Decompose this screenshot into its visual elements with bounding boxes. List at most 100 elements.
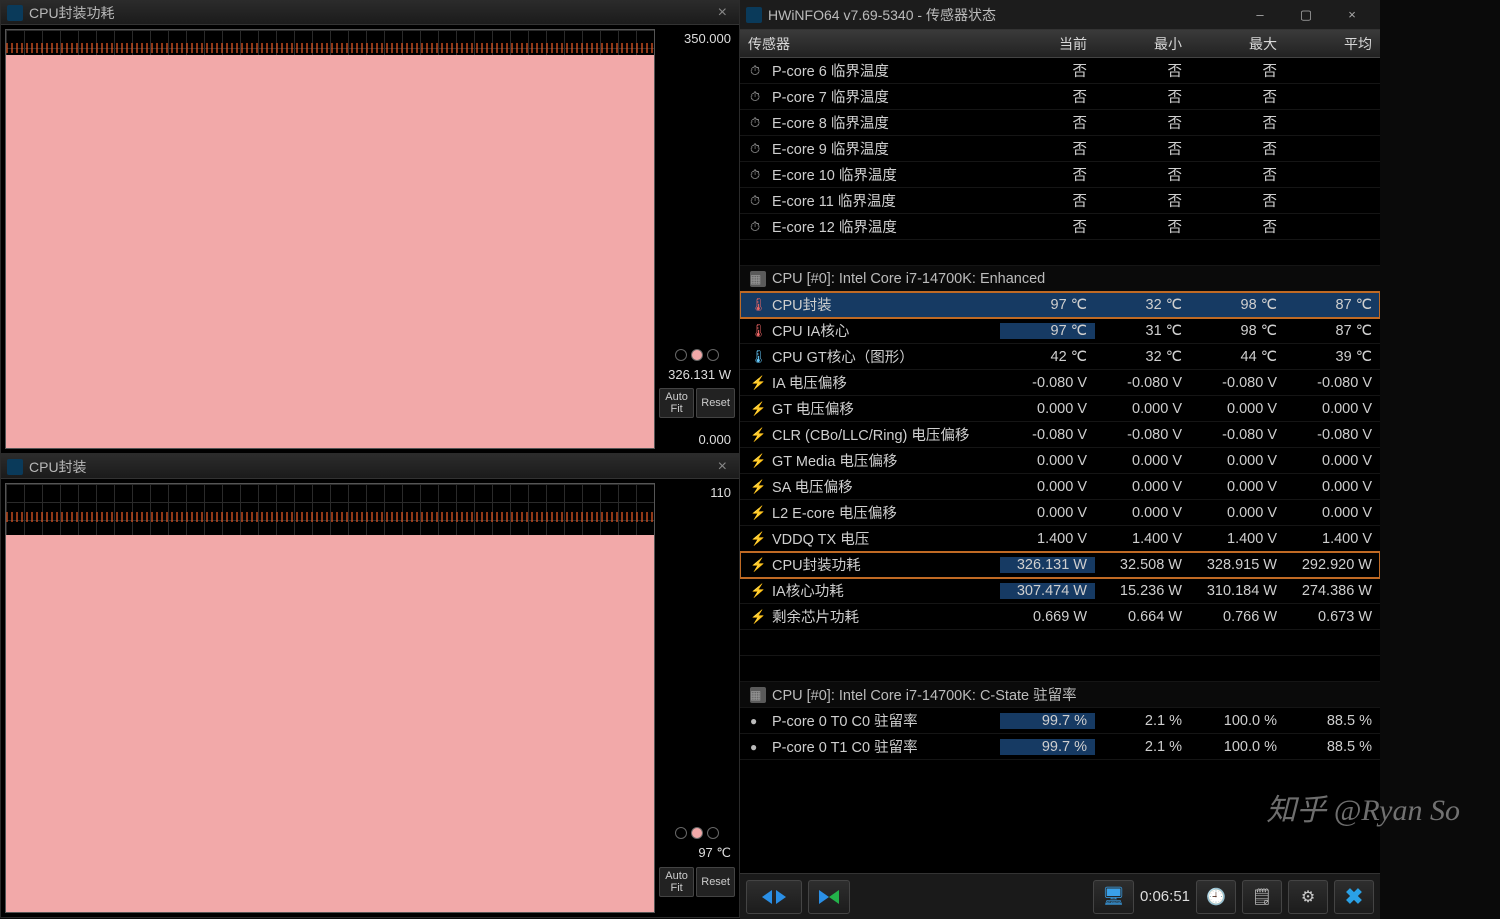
sensor-max: 100.0 % bbox=[1190, 739, 1285, 755]
autofit-button[interactable]: Auto Fit bbox=[659, 388, 694, 418]
therm-red-icon bbox=[750, 323, 766, 339]
col-sensor[interactable]: 传感器 bbox=[740, 34, 1000, 54]
sensor-avg: 274.386 W bbox=[1285, 583, 1380, 599]
sensor-row[interactable]: E-core 9 临界温度否否否 bbox=[740, 136, 1380, 162]
sensor-avg: 88.5 % bbox=[1285, 713, 1380, 729]
sensor-group-header[interactable]: CPU [#0]: Intel Core i7-14700K: Enhanced bbox=[740, 266, 1380, 292]
col-current[interactable]: 当前 bbox=[1000, 34, 1095, 54]
sensor-name: E-core 8 临界温度 bbox=[772, 112, 1000, 133]
sensor-row[interactable]: P-core 6 临界温度否否否 bbox=[740, 58, 1380, 84]
sensor-min: 否 bbox=[1095, 190, 1190, 211]
col-avg[interactable]: 平均 bbox=[1285, 34, 1380, 54]
sensor-cur: 99.7 % bbox=[1000, 713, 1095, 729]
sensor-row[interactable]: GT Media 电压偏移0.000 V0.000 V0.000 V0.000 … bbox=[740, 448, 1380, 474]
graph-temp-current: 97 ℃ bbox=[659, 843, 735, 863]
settings-button[interactable]: ⚙ bbox=[1288, 880, 1328, 914]
sensor-row[interactable]: IA核心功耗307.474 W15.236 W310.184 W274.386 … bbox=[740, 578, 1380, 604]
sensor-cur: 否 bbox=[1000, 112, 1095, 133]
sensor-row[interactable]: E-core 11 临界温度否否否 bbox=[740, 188, 1380, 214]
clock-icon-button[interactable]: 🕘 bbox=[1196, 880, 1236, 914]
sensor-row[interactable]: GT 电压偏移0.000 V0.000 V0.000 V0.000 V bbox=[740, 396, 1380, 422]
sensor-cur: -0.080 V bbox=[1000, 375, 1095, 391]
nav-prev-next-button[interactable] bbox=[746, 880, 802, 914]
sensor-group-header[interactable]: CPU [#0]: Intel Core i7-14700K: C-State … bbox=[740, 682, 1380, 708]
app-icon bbox=[7, 459, 23, 475]
sensor-avg: 88.5 % bbox=[1285, 739, 1380, 755]
graph-temp-titlebar[interactable]: CPU封装 × bbox=[1, 455, 739, 479]
graph-power-plot[interactable] bbox=[5, 29, 655, 449]
sensor-max: 44 ℃ bbox=[1190, 349, 1285, 365]
sensor-name: P-core 7 临界温度 bbox=[772, 86, 1000, 107]
sensor-row[interactable]: P-core 0 T0 C0 驻留率99.7 %2.1 %100.0 %88.5… bbox=[740, 708, 1380, 734]
sensor-max: 否 bbox=[1190, 216, 1285, 237]
sensor-row[interactable]: CPU封装功耗326.131 W32.508 W328.915 W292.920… bbox=[740, 552, 1380, 578]
sensor-row[interactable]: CPU GT核心（图形）42 ℃32 ℃44 ℃39 ℃ bbox=[740, 344, 1380, 370]
network-icon-button[interactable]: 🖥 bbox=[1093, 880, 1134, 914]
blank-row bbox=[740, 630, 1380, 656]
sensor-avg: 0.000 V bbox=[1285, 505, 1380, 521]
sensor-row[interactable]: CPU IA核心97 ℃31 ℃98 ℃87 ℃ bbox=[740, 318, 1380, 344]
sensor-row[interactable]: P-core 0 T1 C0 驻留率99.7 %2.1 %100.0 %88.5… bbox=[740, 734, 1380, 760]
sensor-avg: 0.673 W bbox=[1285, 609, 1380, 625]
graph-temp-max: 110 bbox=[659, 483, 735, 502]
sensor-row[interactable]: E-core 12 临界温度否否否 bbox=[740, 214, 1380, 240]
collapse-button[interactable] bbox=[808, 880, 850, 914]
sensor-row[interactable]: 剩余芯片功耗0.669 W0.664 W0.766 W0.673 W bbox=[740, 604, 1380, 630]
sensor-name: CPU GT核心（图形） bbox=[772, 346, 1000, 367]
sensor-cur: 0.000 V bbox=[1000, 505, 1095, 521]
sensor-max: -0.080 V bbox=[1190, 427, 1285, 443]
sensor-min: 0.000 V bbox=[1095, 453, 1190, 469]
col-min[interactable]: 最小 bbox=[1095, 34, 1190, 54]
sensor-row[interactable]: CLR (CBo/LLC/Ring) 电压偏移-0.080 V-0.080 V-… bbox=[740, 422, 1380, 448]
bolt-icon bbox=[750, 531, 766, 547]
graph-temp-min bbox=[659, 909, 735, 913]
close-button[interactable]: × bbox=[1330, 1, 1374, 29]
arrow-left-icon bbox=[829, 890, 839, 904]
maximize-button[interactable]: ▢ bbox=[1284, 1, 1328, 29]
sensor-header-row[interactable]: 传感器 当前 最小 最大 平均 bbox=[740, 30, 1380, 58]
sensor-min: 否 bbox=[1095, 216, 1190, 237]
minimize-button[interactable]: – bbox=[1238, 1, 1282, 29]
sensor-max: 0.766 W bbox=[1190, 609, 1285, 625]
hwinfo-titlebar[interactable]: HWiNFO64 v7.69-5340 - 传感器状态 – ▢ × bbox=[740, 0, 1380, 30]
sensor-row[interactable]: VDDQ TX 电压1.400 V1.400 V1.400 V1.400 V bbox=[740, 526, 1380, 552]
graph-power-max: 350.000 bbox=[659, 29, 735, 48]
sensor-min: 否 bbox=[1095, 138, 1190, 159]
sensor-row[interactable]: E-core 10 临界温度否否否 bbox=[740, 162, 1380, 188]
col-max[interactable]: 最大 bbox=[1190, 34, 1285, 54]
sensor-max: 1.400 V bbox=[1190, 531, 1285, 547]
file-plus-icon: 🗒 bbox=[1252, 887, 1272, 907]
sensor-row[interactable]: P-core 7 临界温度否否否 bbox=[740, 84, 1380, 110]
sensor-name: CPU [#0]: Intel Core i7-14700K: Enhanced bbox=[772, 271, 1380, 287]
reset-button[interactable]: Reset bbox=[696, 867, 735, 897]
close-icon: ✖ bbox=[1345, 884, 1363, 910]
app-icon bbox=[7, 5, 23, 21]
close-icon[interactable]: × bbox=[712, 4, 733, 22]
close-x-button[interactable]: ✖ bbox=[1334, 880, 1374, 914]
clock-icon bbox=[750, 167, 766, 183]
sensor-row[interactable]: IA 电压偏移-0.080 V-0.080 V-0.080 V-0.080 V bbox=[740, 370, 1380, 396]
sensor-table-body[interactable]: P-core 6 临界温度否否否P-core 7 临界温度否否否E-core 8… bbox=[740, 58, 1380, 873]
sensor-row[interactable]: SA 电压偏移0.000 V0.000 V0.000 V0.000 V bbox=[740, 474, 1380, 500]
graph-temp-plot[interactable] bbox=[5, 483, 655, 913]
chip-icon bbox=[750, 271, 766, 287]
bolt-icon bbox=[750, 505, 766, 521]
bolt-icon bbox=[750, 401, 766, 417]
sensor-name: P-core 6 临界温度 bbox=[772, 60, 1000, 81]
graph-power-titlebar[interactable]: CPU封装功耗 × bbox=[1, 1, 739, 25]
log-icon-button[interactable]: 🗒 bbox=[1242, 880, 1282, 914]
sensor-cur: 0.669 W bbox=[1000, 609, 1095, 625]
graph-temp-title: CPU封装 bbox=[29, 457, 87, 477]
sensor-avg: -0.080 V bbox=[1285, 427, 1380, 443]
sensor-name: E-core 9 临界温度 bbox=[772, 138, 1000, 159]
sensor-row[interactable]: CPU封装97 ℃32 ℃98 ℃87 ℃ bbox=[740, 292, 1380, 318]
close-icon[interactable]: × bbox=[712, 458, 733, 476]
reset-button[interactable]: Reset bbox=[696, 388, 735, 418]
autofit-button[interactable]: Auto Fit bbox=[659, 867, 694, 897]
sensor-row[interactable]: L2 E-core 电压偏移0.000 V0.000 V0.000 V0.000… bbox=[740, 500, 1380, 526]
sensor-max: 否 bbox=[1190, 112, 1285, 133]
sensor-cur: 否 bbox=[1000, 216, 1095, 237]
sensor-row[interactable]: E-core 8 临界温度否否否 bbox=[740, 110, 1380, 136]
graph-power-title: CPU封装功耗 bbox=[29, 3, 115, 23]
graph-power-current: 326.131 W bbox=[659, 365, 735, 384]
